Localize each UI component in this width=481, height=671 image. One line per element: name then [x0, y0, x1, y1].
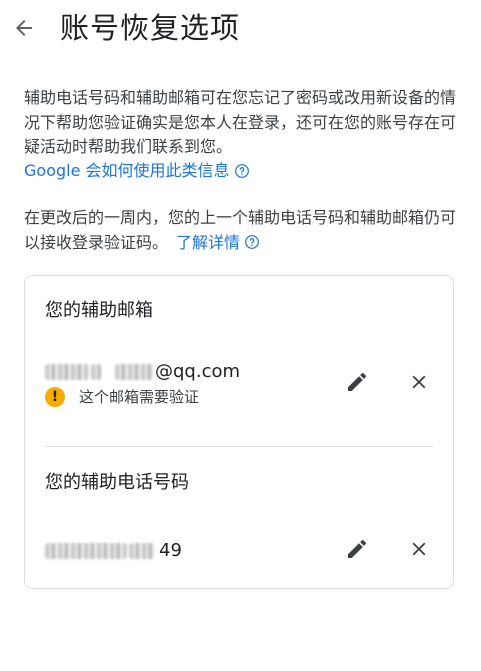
learn-more-link[interactable]: 了解详情	[176, 233, 260, 252]
notice-text: 在更改后的一周内，您的上一个辅助电话号码和辅助邮箱仍可以接收登录验证码。 了解详情	[24, 206, 464, 255]
recovery-options-card: 您的辅助邮箱 @qq.com ! 这个邮箱需要验证 您的辅助电话号码 49	[24, 275, 454, 589]
arrow-back-icon	[16, 20, 32, 36]
warning-icon: !	[45, 386, 65, 407]
edit-icon	[348, 539, 367, 558]
recovery-email-title: 您的辅助邮箱	[45, 300, 153, 321]
section-divider	[45, 446, 433, 447]
how-google-uses-info-link[interactable]: Google 会如何使用此类信息	[24, 159, 250, 183]
redacted-text	[45, 543, 127, 559]
edit-email-button[interactable]	[341, 366, 373, 398]
page-title: 账号恢复选项	[60, 11, 241, 45]
remove-email-button[interactable]	[403, 366, 435, 398]
intro-text: 辅助电话号码和辅助邮箱可在您忘记了密码或改用新设备的情况下帮助您验证确实是您本人…	[24, 88, 457, 156]
help-icon	[234, 163, 250, 179]
edit-icon	[348, 372, 367, 391]
app-bar: 账号恢复选项	[0, 0, 481, 58]
redacted-text	[129, 543, 155, 559]
help-icon	[244, 234, 260, 250]
close-icon	[412, 375, 426, 389]
back-button[interactable]	[10, 14, 38, 42]
verification-warning: ! 这个邮箱需要验证	[45, 386, 199, 407]
recovery-email-value: @qq.com	[45, 359, 240, 385]
verification-warning-text: 这个邮箱需要验证	[79, 388, 200, 406]
learn-more-label: 了解详情	[176, 232, 241, 252]
redacted-text	[115, 364, 153, 380]
remove-phone-button[interactable]	[403, 533, 435, 565]
redacted-text	[91, 364, 101, 380]
recovery-phone-value: 49	[45, 538, 182, 564]
close-icon	[412, 542, 426, 556]
recovery-phone-title: 您的辅助电话号码	[45, 472, 189, 493]
recovery-phone-suffix: 49	[159, 540, 182, 561]
recovery-email-domain: @qq.com	[155, 361, 241, 382]
how-google-uses-info-label: Google 会如何使用此类信息	[24, 161, 230, 180]
edit-phone-button[interactable]	[341, 533, 373, 565]
redacted-text	[45, 364, 89, 380]
